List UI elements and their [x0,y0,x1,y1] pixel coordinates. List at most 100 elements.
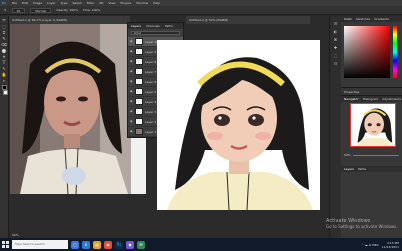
zoom-slider[interactable] [352,154,399,156]
blend-mode-select[interactable]: Normal [30,7,52,13]
eye-icon[interactable]: ◉ [130,130,133,133]
flow-control[interactable]: Flow: 100% [83,8,100,12]
layer-thumbnail [135,108,143,115]
tab-adjustments[interactable]: Adjustments [382,97,401,101]
marquee-tool-icon[interactable]: ⬚ [1,25,7,29]
zoom-tool-icon[interactable]: ⌕ [1,79,7,83]
tab-color[interactable]: Color [344,17,352,21]
activate-windows-watermark: Activate Windows Go to Settings to activ… [326,219,400,233]
document-tab-1[interactable]: Untitled-1 @ 66.7% (Layer 0, RGB/8) [9,16,130,24]
eraser-tool-icon[interactable]: ⌫ [1,43,7,47]
layer-thumbnail [135,118,143,125]
menu-3d[interactable]: 3D [99,1,103,5]
photoshop-logo[interactable]: Ps [2,1,6,5]
mail-icon[interactable]: ✉ [137,240,145,249]
tab-paths[interactable]: Paths [165,24,173,28]
eye-icon[interactable]: ◉ [130,50,133,53]
properties-panel[interactable]: Properties [341,88,402,96]
eye-icon[interactable]: ◉ [130,40,133,43]
tab-gradients[interactable]: Gradients [374,17,389,21]
eyedropper-tool-icon[interactable]: ⌖ [1,55,7,59]
layer-name: Layer 7 [145,69,157,74]
fill-tool-icon[interactable]: ⬤ [1,49,7,53]
zoom-value[interactable]: 50% [344,153,351,157]
tab-channels[interactable]: Channels [146,24,160,28]
type-tool-icon[interactable]: T [1,61,7,65]
menu-window[interactable]: Window [136,1,148,5]
activate-subtitle: Go to Settings to activate Windows. [326,224,398,229]
brushes-icon[interactable]: ✚ [333,45,339,50]
eye-icon[interactable]: ◉ [130,70,133,73]
brush-tool-icon[interactable]: ✎ [4,8,7,12]
color-panel: Color Swatches Gradients [341,16,402,88]
layer-thumbnail [135,48,143,55]
libraries-icon[interactable]: ⌘ [333,37,339,42]
eye-icon[interactable]: ◉ [130,90,133,93]
edge-icon[interactable]: e [82,240,90,249]
hue-slider[interactable] [393,26,397,78]
taskbar-search-input[interactable]: Type here to search [12,240,68,249]
menu-view[interactable]: View [108,1,115,5]
layer-name: Layer 6 [145,79,157,84]
menu-edit[interactable]: Edit [22,1,28,5]
eye-icon[interactable]: ◉ [130,100,133,103]
menu-plugins[interactable]: Plugins [121,1,132,5]
tab-navigator[interactable]: Navigator [344,97,359,101]
history-icon[interactable]: ☰ [333,21,339,26]
illustration-canvas[interactable] [157,40,320,210]
opacity-control[interactable]: Opacity: 100% [56,8,78,12]
paragraph-icon[interactable]: ☷ [333,61,339,66]
menu-type[interactable]: Type [61,1,68,5]
chrome-icon[interactable]: ◉ [104,240,112,249]
crop-tool-icon[interactable]: ⌗ [1,31,7,35]
layer-thumbnail [135,68,143,75]
tab-histogram[interactable]: Histogram [363,97,379,101]
tab-layers[interactable]: Layers [131,24,141,28]
menu-help[interactable]: Help [153,1,160,5]
layer-thumbnail [135,38,143,45]
brush-tool-icon[interactable]: ✎ [1,37,7,41]
menu-layer[interactable]: Layer [47,1,55,5]
layer-filter-kind[interactable]: Kind [131,31,180,35]
navigator-thumbnail [356,108,393,146]
layer-thumbnail [135,98,143,105]
eye-icon[interactable]: ◉ [130,80,133,83]
tray-icons[interactable]: ⌃ ☁ ⊡ ENG [361,243,378,247]
document-tab-2[interactable]: Untitled-2 @ 50% (RGB/8) [186,16,310,24]
hand-tool-icon[interactable]: ✋ [1,73,7,77]
layer-thumbnail [135,128,143,135]
eye-icon[interactable]: ◉ [130,120,133,123]
properties-icon[interactable]: ⬚ [333,53,339,58]
navigator-panel: Navigator Histogram Adjustments 50% [341,96,402,166]
move-tool-icon[interactable]: ⤧ [1,19,7,23]
brush-size-picker[interactable]: 20 [11,7,26,13]
file-explorer-icon[interactable]: ▤ [93,240,101,249]
layer-name: Layer 1 [145,129,157,134]
background-color-swatch[interactable] [3,90,8,95]
layers-panel-header: Layers Channels Paths [128,23,183,29]
tab-layers-2[interactable]: Layers [344,167,354,171]
eye-icon[interactable]: ◉ [130,110,133,113]
adjustments-icon[interactable]: ◐ [333,29,339,34]
navigator-panel-header: Navigator Histogram Adjustments [341,96,402,102]
windows-start-icon[interactable] [2,241,9,248]
taskbar-clock[interactable]: 4:15 PM 11/22/2021 [382,241,399,249]
tab-paths-2[interactable]: Paths [358,167,366,171]
app-icon[interactable]: ◆ [126,240,134,249]
selection-tool-icon[interactable]: ↖ [1,67,7,71]
layer-name: Layer 4 [145,99,157,104]
tab-swatches[interactable]: Swatches [356,17,370,21]
color-picker-field[interactable] [344,26,390,78]
photoshop-taskbar-icon[interactable]: Ps [115,240,123,249]
task-view-icon[interactable]: ▢ [71,240,79,249]
menu-select[interactable]: Select [72,1,81,5]
menu-image[interactable]: Image [33,1,42,5]
secondary-layers-header: Layers Paths [341,166,402,172]
menu-file[interactable]: File [12,1,17,5]
color-panel-header: Color Swatches Gradients [341,16,402,22]
menu-filter[interactable]: Filter [87,1,94,5]
navigator-preview[interactable] [350,103,396,147]
system-tray: ⌃ ☁ ⊡ ENG 4:15 PM 11/22/2021 [361,241,402,249]
eye-icon[interactable]: ◉ [130,60,133,63]
layer-name: Layer 9 [145,49,157,54]
